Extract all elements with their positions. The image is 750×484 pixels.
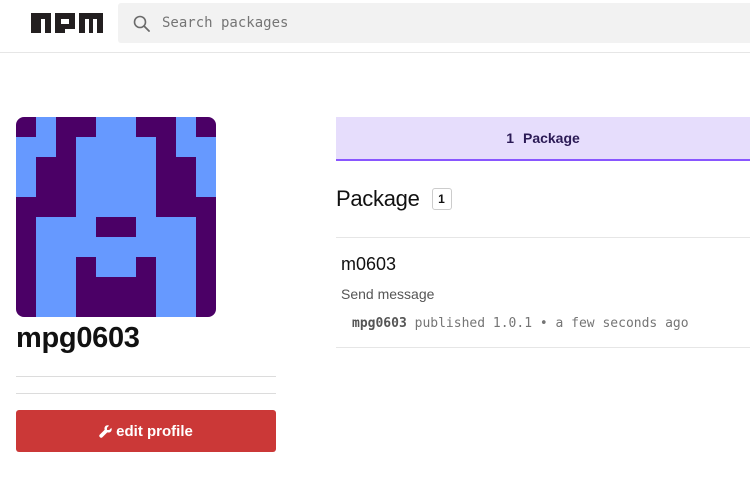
tab-packages-label: Package [522,130,580,146]
avatar [16,117,216,317]
packages-count-badge: 1 [431,188,452,210]
search-icon [133,15,150,32]
profile-username: mpg0603 [16,322,140,354]
packages-heading: Package 1 [336,186,452,212]
edit-profile-label: edit profile [116,422,193,440]
package-publisher-link[interactable]: mpg0603 [352,316,407,331]
wrench-icon [99,424,112,438]
package-name-link[interactable]: m0603 [341,254,396,275]
divider [16,376,276,377]
package-meta: mpg0603 published 1.0.1 • a few seconds … [352,316,689,331]
site-header [0,0,750,53]
tab-packages-count: 1 [506,130,514,146]
divider [336,237,750,238]
npm-logo[interactable] [31,13,103,33]
divider [16,393,276,394]
packages-heading-label: Package [336,186,420,211]
search-input[interactable] [162,15,722,31]
divider [336,347,750,348]
edit-profile-button[interactable]: edit profile [16,410,276,452]
search-bar [118,3,750,43]
tab-packages[interactable]: 1 Package [336,117,750,161]
package-description: Send message [341,286,435,302]
package-published-text: published 1.0.1 • a few seconds ago [414,316,689,331]
